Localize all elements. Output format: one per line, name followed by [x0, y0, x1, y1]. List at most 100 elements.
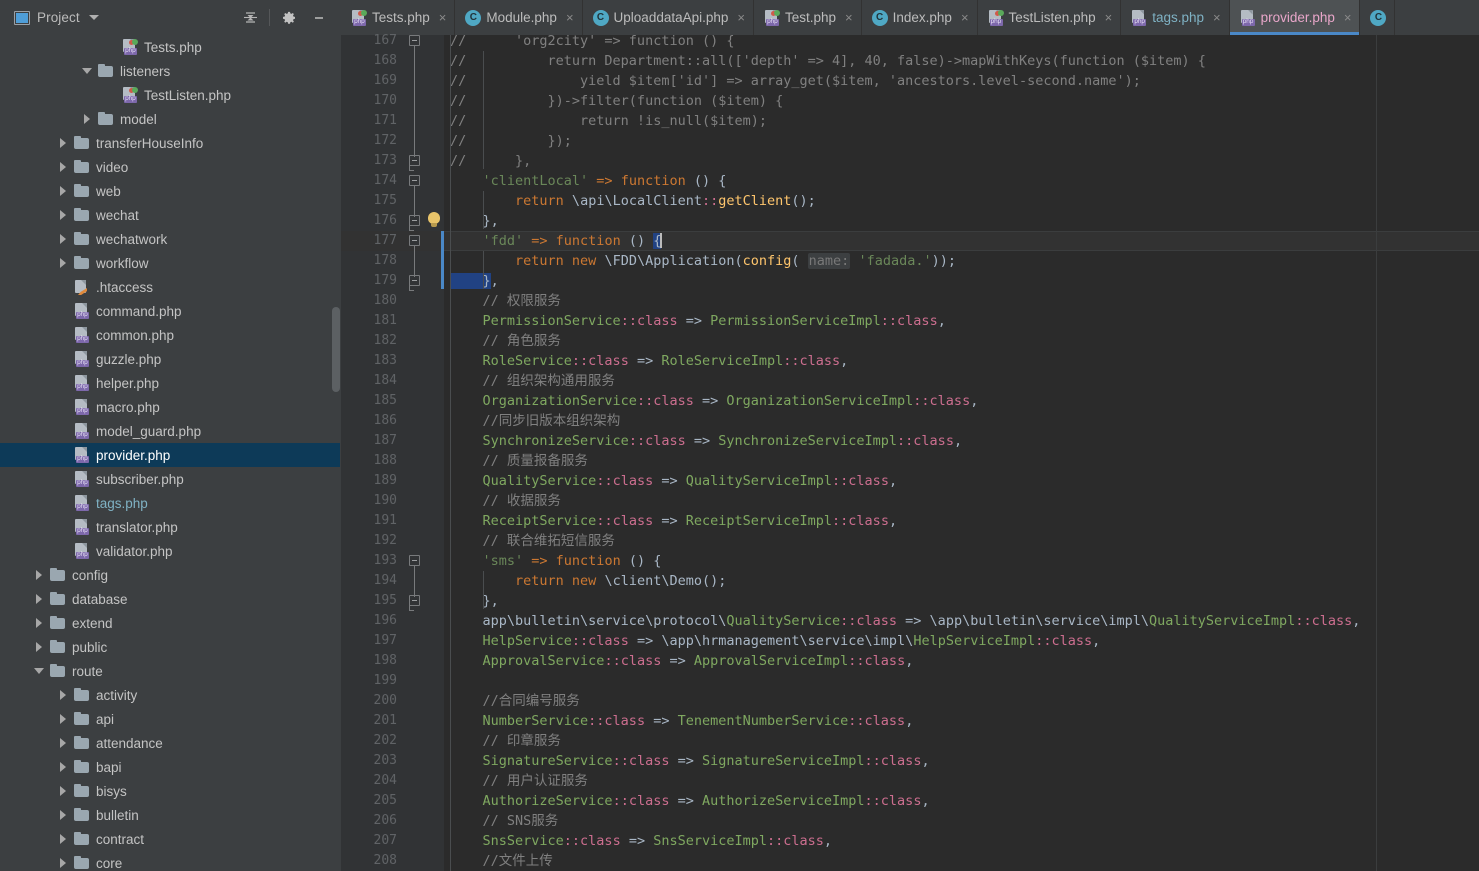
- code-line[interactable]: // 权限服务: [444, 291, 561, 311]
- tree-folder-video[interactable]: video: [0, 155, 340, 179]
- code-line[interactable]: return \api\LocalClient::getClient();: [444, 191, 816, 211]
- code-line[interactable]: QualityService::class => QualityServiceI…: [444, 471, 898, 491]
- code-line[interactable]: //同步旧版本组织架构: [444, 411, 621, 431]
- tree-file-common.php[interactable]: common.php: [0, 323, 340, 347]
- close-icon[interactable]: ×: [961, 10, 969, 25]
- chevron-right-icon[interactable]: [58, 162, 68, 172]
- code-fold-marker[interactable]: [409, 231, 421, 251]
- tree-file-.htaccess[interactable]: .htaccess: [0, 275, 340, 299]
- code-line[interactable]: // 用户认证服务: [444, 771, 588, 791]
- code-line[interactable]: },: [444, 591, 499, 611]
- tree-folder-model[interactable]: model: [0, 107, 340, 131]
- close-icon[interactable]: ×: [1344, 10, 1352, 25]
- chevron-right-icon[interactable]: [58, 258, 68, 268]
- chevron-down-icon[interactable]: [34, 666, 44, 676]
- tree-file-TestListen.php[interactable]: TestListen.php: [0, 83, 340, 107]
- tree-folder-contract[interactable]: contract: [0, 827, 340, 851]
- tree-folder-wechat[interactable]: wechat: [0, 203, 340, 227]
- tree-folder-listeners[interactable]: listeners: [0, 59, 340, 83]
- code-line[interactable]: // 收据服务: [444, 491, 561, 511]
- tree-file-helper.php[interactable]: helper.php: [0, 371, 340, 395]
- code-line[interactable]: // 联合维拓短信服务: [444, 531, 615, 551]
- tree-folder-core[interactable]: core: [0, 851, 340, 871]
- code-line[interactable]: // 角色服务: [444, 331, 561, 351]
- minimize-icon[interactable]: [304, 5, 334, 31]
- close-icon[interactable]: ×: [737, 10, 745, 25]
- code-line[interactable]: NumberService::class => TenementNumberSe…: [444, 711, 914, 731]
- code-line[interactable]: // yield $item['id'] => array_get($item,…: [444, 71, 1141, 91]
- tree-folder-route[interactable]: route: [0, 659, 340, 683]
- editor-code-area[interactable]: // 'org2city' => function () {// return …: [444, 35, 1479, 871]
- project-tree-scrollbar[interactable]: [332, 307, 340, 392]
- code-line[interactable]: RoleService::class => RoleServiceImpl::c…: [444, 351, 849, 371]
- tree-folder-bapi[interactable]: bapi: [0, 755, 340, 779]
- editor-tab-provider-php[interactable]: provider.php ×: [1229, 0, 1361, 35]
- tree-folder-bisys[interactable]: bisys: [0, 779, 340, 803]
- intention-bulb-icon[interactable]: [427, 212, 442, 230]
- tree-file-model_guard.php[interactable]: model_guard.php: [0, 419, 340, 443]
- chevron-right-icon[interactable]: [34, 594, 44, 604]
- chevron-right-icon[interactable]: [58, 738, 68, 748]
- chevron-right-icon[interactable]: [82, 114, 92, 124]
- tree-folder-wechatwork[interactable]: wechatwork: [0, 227, 340, 251]
- code-line[interactable]: // SNS服务: [444, 811, 559, 831]
- code-line[interactable]: app\bulletin\service\protocol\QualitySer…: [444, 611, 1361, 631]
- chevron-right-icon[interactable]: [58, 762, 68, 772]
- chevron-right-icon[interactable]: [58, 210, 68, 220]
- close-icon[interactable]: ×: [1213, 10, 1221, 25]
- chevron-down-icon[interactable]: [88, 15, 99, 20]
- code-line[interactable]: // })->filter(function ($item) {: [444, 91, 783, 111]
- code-fold-marker[interactable]: [409, 591, 421, 611]
- code-line[interactable]: 'fdd' => function () {: [444, 231, 663, 251]
- code-fold-marker[interactable]: [409, 271, 421, 291]
- code-fold-marker[interactable]: [409, 151, 421, 171]
- code-line[interactable]: HelpService::class => \app\hrmanagement\…: [444, 631, 1101, 651]
- code-line[interactable]: },: [444, 271, 499, 291]
- chevron-right-icon[interactable]: [34, 570, 44, 580]
- close-icon[interactable]: ×: [566, 10, 574, 25]
- code-fold-marker[interactable]: [409, 551, 421, 571]
- editor-tab-module-php[interactable]: Module.php ×: [455, 0, 583, 35]
- project-panel-header[interactable]: Project: [0, 0, 340, 35]
- code-line[interactable]: OrganizationService::class => Organizati…: [444, 391, 979, 411]
- project-tree[interactable]: Tests.php listeners TestListen.php model tra…: [0, 35, 340, 871]
- editor-gutter[interactable]: 167 168 169 170 171 172 173 174 175 176 177 178 179 1…: [341, 33, 444, 871]
- code-line[interactable]: // 'org2city' => function () {: [444, 35, 734, 51]
- tree-folder-workflow[interactable]: workflow: [0, 251, 340, 275]
- code-line[interactable]: ReceiptService::class => ReceiptServiceI…: [444, 511, 898, 531]
- code-line[interactable]: //合同编号服务: [444, 691, 580, 711]
- chevron-right-icon[interactable]: [58, 234, 68, 244]
- code-line[interactable]: // 印章服务: [444, 731, 561, 751]
- code-line[interactable]: AuthorizeService::class => AuthorizeServ…: [444, 791, 930, 811]
- tree-folder-public[interactable]: public: [0, 635, 340, 659]
- chevron-right-icon[interactable]: [58, 186, 68, 196]
- tree-folder-activity[interactable]: activity: [0, 683, 340, 707]
- editor-tab-index-php[interactable]: Index.php ×: [862, 0, 978, 35]
- code-line[interactable]: return new \client\Demo();: [444, 571, 726, 591]
- tree-folder-attendance[interactable]: attendance: [0, 731, 340, 755]
- close-icon[interactable]: ×: [1105, 10, 1113, 25]
- chevron-right-icon[interactable]: [58, 834, 68, 844]
- chevron-right-icon[interactable]: [58, 810, 68, 820]
- tree-folder-database[interactable]: database: [0, 587, 340, 611]
- chevron-right-icon[interactable]: [58, 690, 68, 700]
- code-line[interactable]: // },: [444, 151, 531, 171]
- collapse-all-icon[interactable]: [235, 5, 265, 31]
- code-line[interactable]: 'clientLocal' => function () {: [444, 171, 727, 191]
- code-fold-marker[interactable]: [409, 171, 421, 191]
- editor-tab-tags-php[interactable]: tags.php ×: [1121, 0, 1230, 35]
- close-icon[interactable]: ×: [845, 10, 853, 25]
- code-line[interactable]: //文件上传: [444, 851, 553, 871]
- tree-folder-config[interactable]: config: [0, 563, 340, 587]
- close-icon[interactable]: ×: [439, 10, 447, 25]
- tree-folder-extend[interactable]: extend: [0, 611, 340, 635]
- tree-file-macro.php[interactable]: macro.php: [0, 395, 340, 419]
- code-line[interactable]: SynchronizeService::class => Synchronize…: [444, 431, 963, 451]
- code-line[interactable]: PermissionService::class => PermissionSe…: [444, 311, 946, 331]
- chevron-right-icon[interactable]: [58, 138, 68, 148]
- code-fold-marker[interactable]: [409, 211, 421, 231]
- tree-folder-web[interactable]: web: [0, 179, 340, 203]
- editor-tab-overflow[interactable]: [1360, 0, 1396, 35]
- code-line[interactable]: ApprovalService::class => ApprovalServic…: [444, 651, 914, 671]
- code-line[interactable]: // 质量报备服务: [444, 451, 588, 471]
